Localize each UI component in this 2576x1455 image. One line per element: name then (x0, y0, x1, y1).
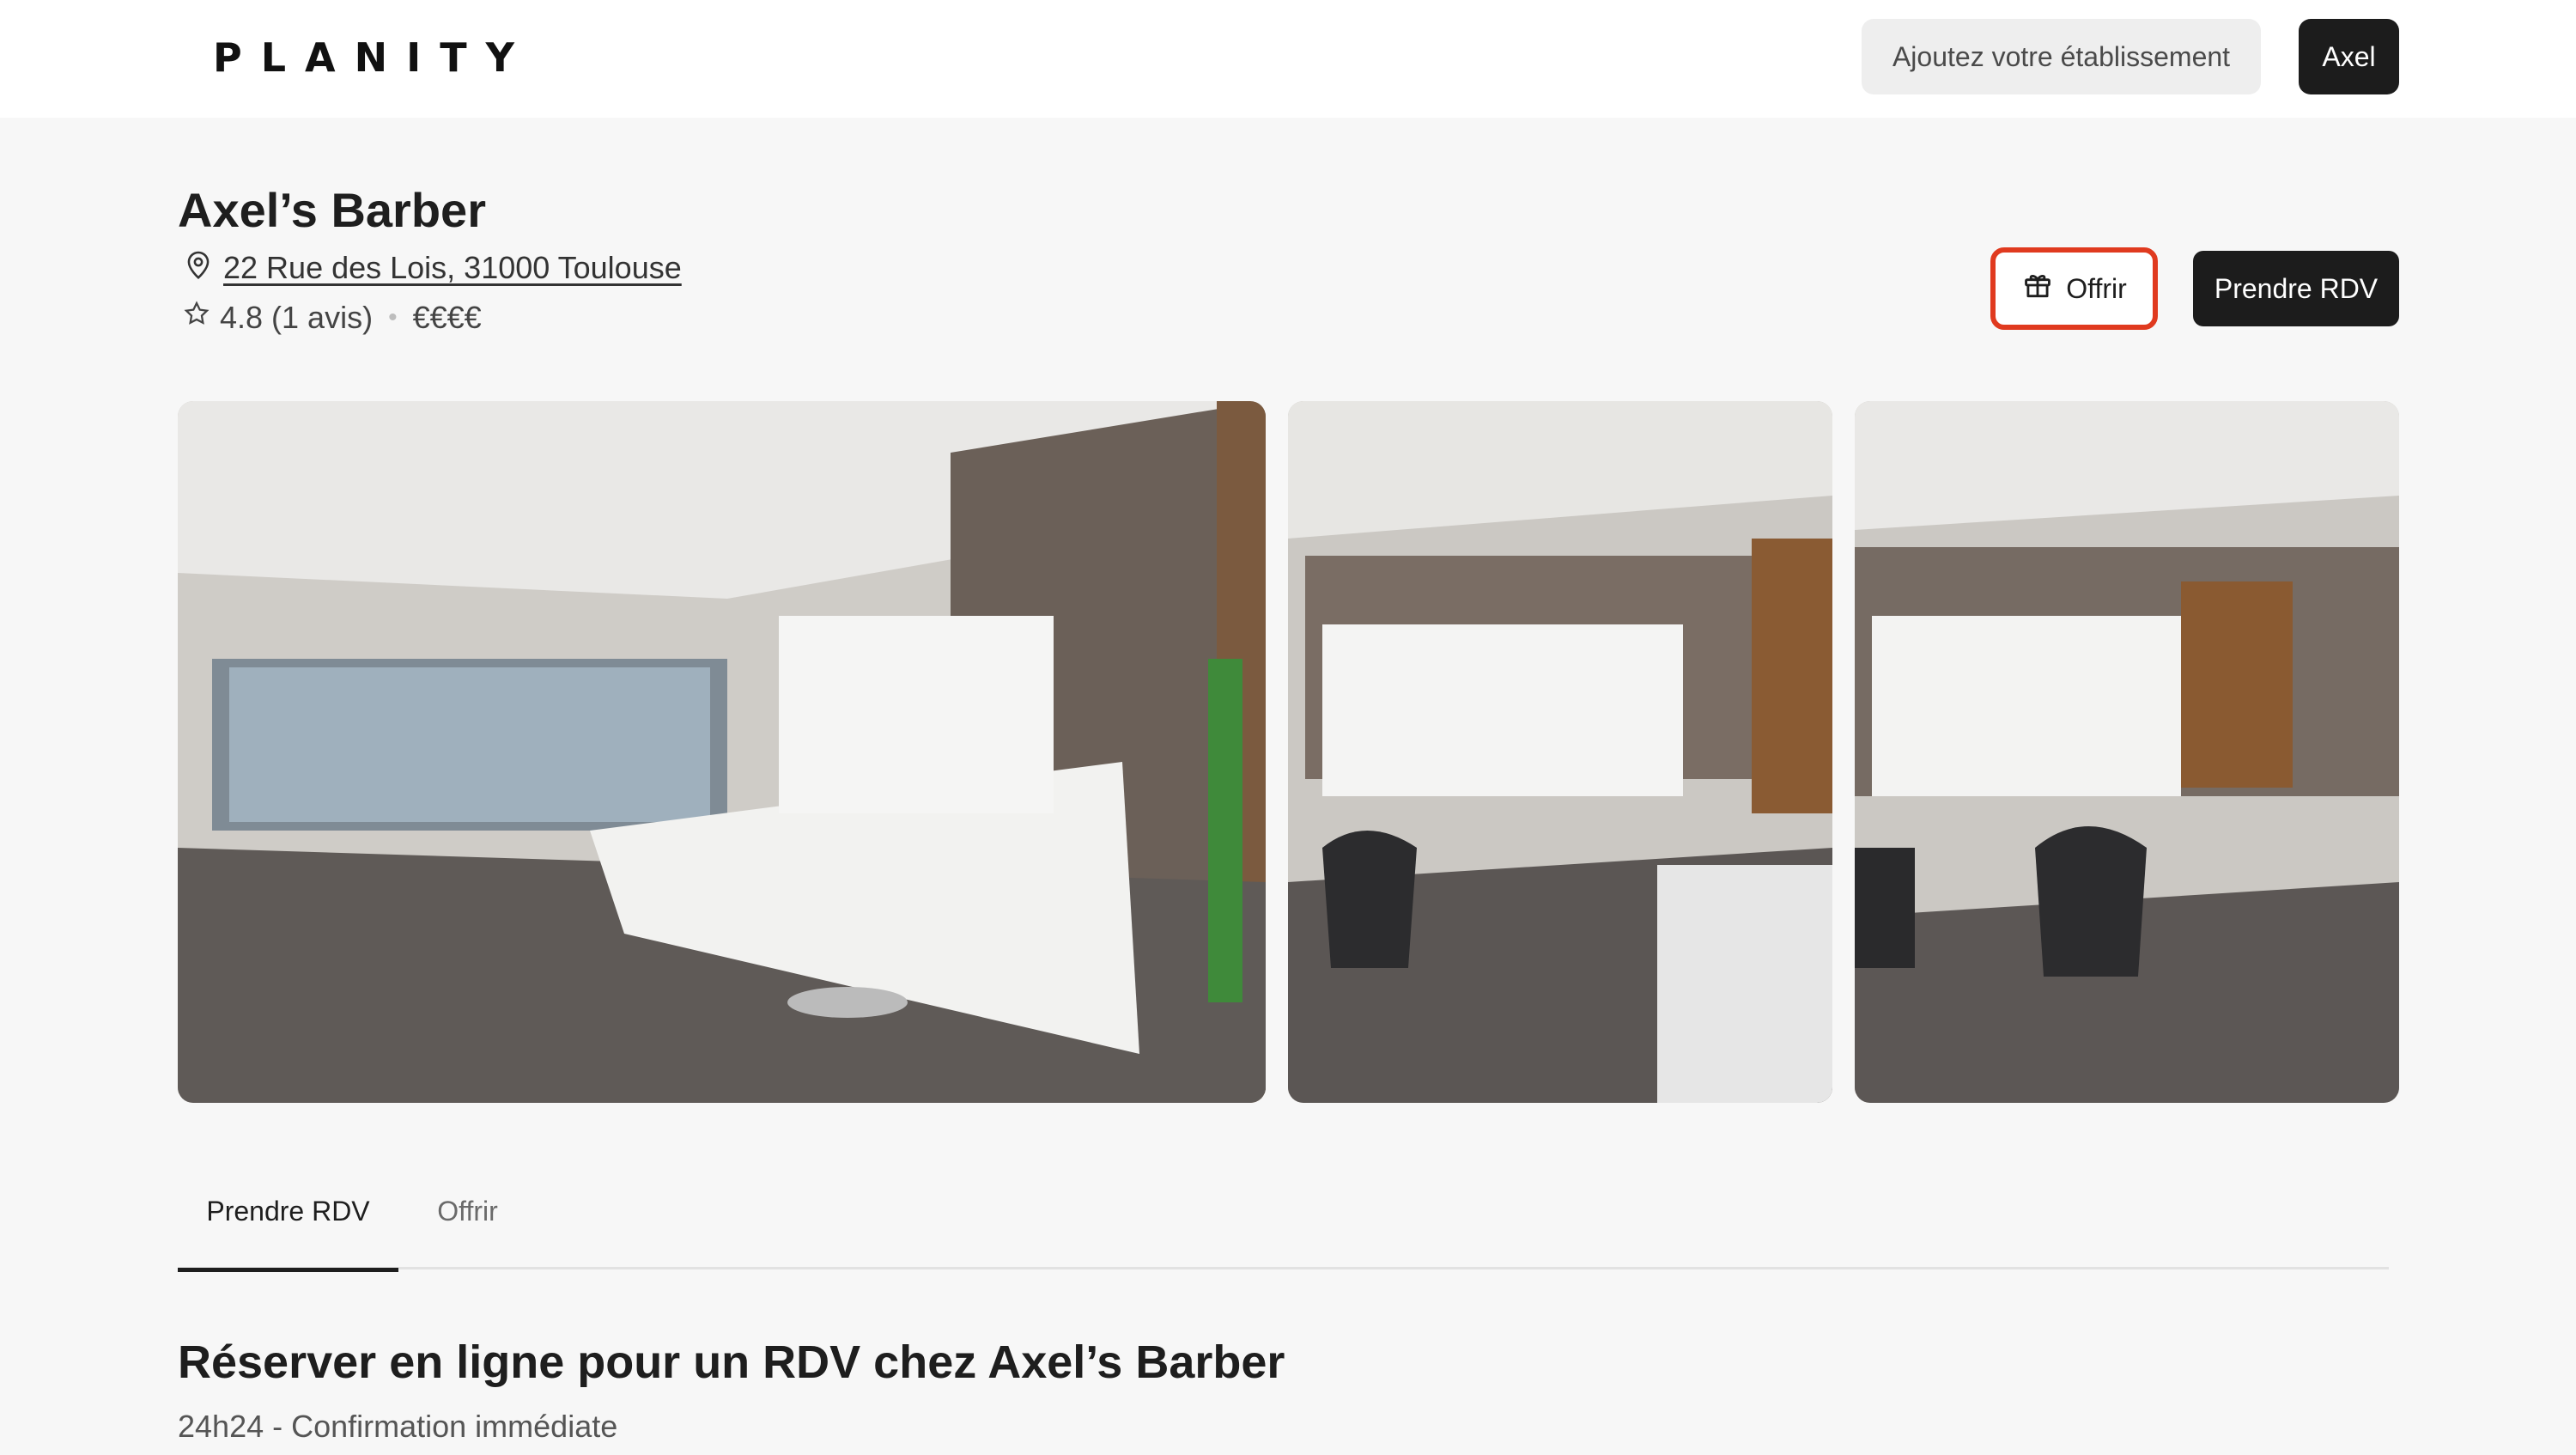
address-link[interactable]: 22 Rue des Lois, 31000 Toulouse (223, 250, 682, 286)
booking-section-subtitle: 24h24 - Confirmation immédiate (178, 1409, 618, 1444)
planity-logo[interactable]: PLANITY (213, 34, 533, 81)
offer-button-label: Offrir (2066, 272, 2127, 304)
star-icon (182, 299, 211, 336)
gift-icon (2021, 269, 2054, 308)
separator-dot: • (388, 302, 398, 332)
map-pin-icon (182, 249, 215, 286)
rating-row: 4.8 (1 avis) • €€€€ (182, 299, 482, 336)
offer-button[interactable]: Offrir (1995, 251, 2154, 326)
price-level: €€€€ (412, 299, 482, 335)
user-menu-button[interactable]: Axel (2299, 19, 2399, 94)
top-header: PLANITY Ajoutez votre établissement Axel (0, 0, 2576, 118)
booking-section-title: Réserver en ligne pour un RDV chez Axel’… (178, 1336, 1285, 1388)
tab-bar: Prendre RDV Offrir (178, 1154, 2389, 1272)
gallery-photo-3[interactable] (1855, 401, 2399, 1103)
business-name: Axel’s Barber (178, 183, 486, 237)
address-row: 22 Rue des Lois, 31000 Toulouse (182, 249, 682, 286)
tab-offer[interactable]: Offrir (410, 1154, 526, 1269)
add-business-button[interactable]: Ajoutez votre établissement (1862, 19, 2261, 94)
book-appointment-button[interactable]: Prendre RDV (2193, 251, 2399, 326)
rating-text[interactable]: 4.8 (1 avis) (220, 300, 373, 336)
gallery-photo-main[interactable] (178, 401, 1266, 1103)
tab-book[interactable]: Prendre RDV (178, 1154, 398, 1272)
gallery-photo-2[interactable] (1288, 401, 1832, 1103)
